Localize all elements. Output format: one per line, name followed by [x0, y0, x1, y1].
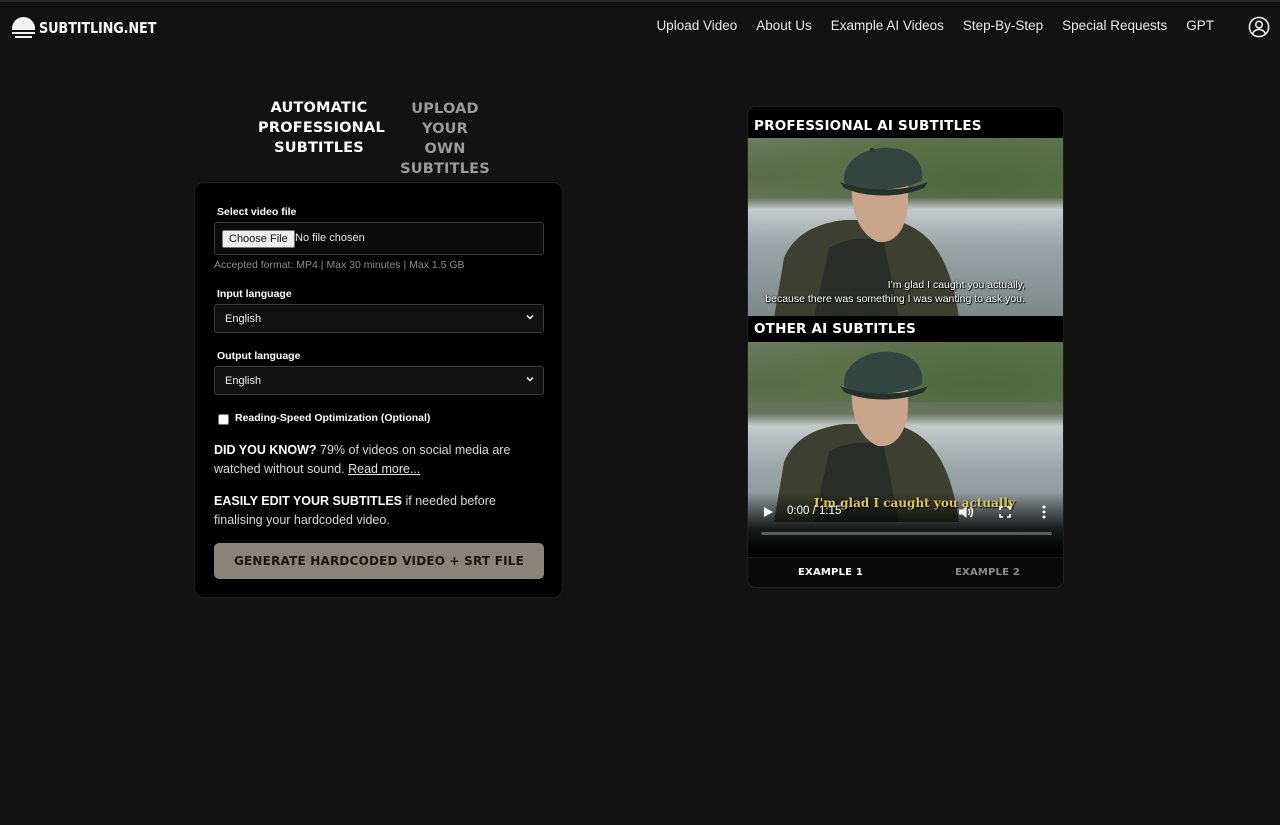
reading-speed-checkbox[interactable] — [218, 414, 229, 425]
more-options-icon[interactable] — [1041, 504, 1047, 520]
input-language-select[interactable]: English — [214, 304, 544, 333]
reading-speed-label[interactable]: Reading-Speed Optimization (Optional) — [235, 412, 430, 424]
tab-automatic-subtitles[interactable]: AUTOMATIC PROFESSIONAL SUBTITLES — [258, 98, 385, 158]
professional-video-still: I'm glad I caught you actually, because … — [748, 138, 1063, 316]
user-circle-icon[interactable] — [1248, 16, 1270, 38]
did-you-know-text: DID YOU KNOW? 79% of videos on social me… — [214, 441, 544, 479]
other-heading: OTHER AI SUBTITLES — [754, 321, 917, 337]
output-language-value: English — [225, 375, 262, 387]
nav-example-ai-videos[interactable]: Example AI Videos — [831, 18, 944, 33]
read-more-link[interactable]: Read more... — [348, 462, 420, 476]
output-language-select[interactable]: English — [214, 366, 544, 395]
accepted-format-hint: Accepted format: MP4 | Max 30 minutes | … — [214, 259, 465, 271]
input-language-value: English — [225, 313, 262, 325]
generate-button[interactable]: GENERATE HARDCODED VIDEO + SRT FILE — [214, 543, 544, 579]
main-nav: Upload Video About Us Example AI Videos … — [656, 18, 1214, 33]
play-icon[interactable] — [762, 506, 774, 518]
top-border — [0, 0, 1280, 2]
player-time: 0:00 / 1:15 — [787, 505, 842, 517]
subtitle-comparison-panel: PROFESSIONAL AI SUBTITLES I'm glad I cau… — [747, 106, 1064, 588]
tab-example-2[interactable]: EXAMPLE 2 — [955, 567, 1020, 578]
tab-upload-own-subtitles[interactable]: UPLOAD YOUR OWN SUBTITLES — [400, 99, 490, 179]
file-label: Select video file — [217, 206, 297, 218]
example-tabs: EXAMPLE 1 EXAMPLE 2 — [748, 557, 1063, 587]
nav-upload-video[interactable]: Upload Video — [656, 18, 737, 33]
output-language-label: Output language — [217, 350, 301, 362]
nav-about-us[interactable]: About Us — [756, 18, 812, 33]
chevron-down-icon — [526, 376, 534, 382]
input-language-label: Input language — [217, 288, 292, 300]
edit-subtitles-title: EASILY EDIT YOUR SUBTITLES — [214, 494, 403, 508]
professional-subtitle-line1: I'm glad I caught you actually, — [887, 279, 1025, 291]
video-progress-bar[interactable] — [761, 532, 1052, 535]
logo-sunset-icon — [12, 16, 35, 40]
fullscreen-icon[interactable] — [999, 506, 1011, 518]
nav-gpt[interactable]: GPT — [1186, 18, 1214, 33]
volume-icon[interactable] — [958, 504, 974, 520]
chevron-down-icon — [526, 314, 534, 320]
site-logo[interactable]: SUBTITLING.NET — [12, 14, 175, 42]
nav-special-requests[interactable]: Special Requests — [1062, 18, 1167, 33]
professional-heading: PROFESSIONAL AI SUBTITLES — [754, 118, 982, 134]
did-you-know-title: DID YOU KNOW? — [214, 443, 317, 457]
edit-subtitles-text: EASILY EDIT YOUR SUBTITLES if needed bef… — [214, 492, 544, 530]
example-video-player[interactable]: I'm glad I caught you actually 0:00 / 1:… — [748, 342, 1063, 552]
professional-subtitle-line2: because there was something I was wantin… — [765, 293, 1025, 305]
choose-file-button[interactable]: Choose File — [222, 230, 295, 248]
logo-text: SUBTITLING.NET — [39, 19, 157, 37]
no-file-text: No file chosen — [295, 232, 365, 244]
upload-form-card: Select video file Choose File No file ch… — [194, 182, 563, 598]
nav-step-by-step[interactable]: Step-By-Step — [963, 18, 1043, 33]
tab-example-1[interactable]: EXAMPLE 1 — [798, 567, 863, 578]
other-subtitle: I'm glad I caught you actually — [814, 496, 1015, 510]
video-file-input[interactable]: Choose File No file chosen — [214, 222, 544, 255]
